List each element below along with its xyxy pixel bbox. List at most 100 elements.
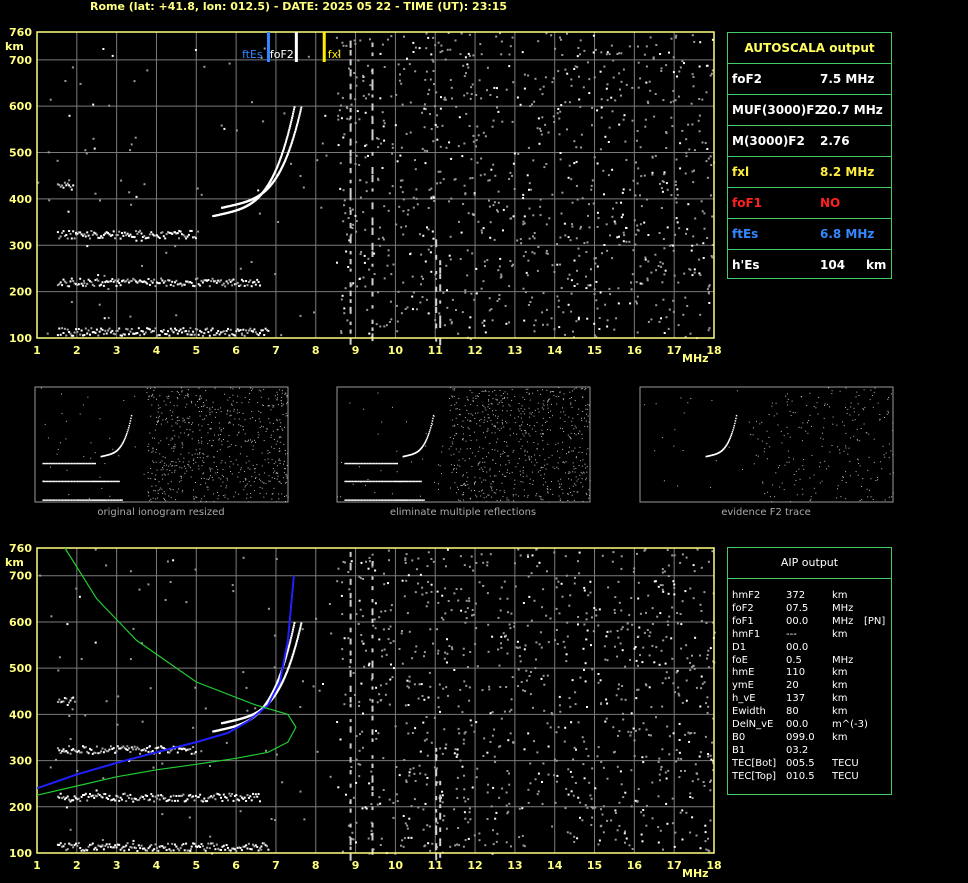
thumbnail-f2-trace [124, 436, 127, 438]
es-trace-point [161, 279, 164, 282]
noise-speck [591, 807, 594, 810]
noise-speck [576, 269, 578, 272]
es-trace-point [87, 845, 90, 848]
thumbnail-noise [203, 462, 205, 463]
thumbnail-noise [226, 477, 228, 479]
noise-speck [596, 162, 599, 165]
noise-speck [591, 106, 594, 109]
noise-speck [625, 837, 628, 840]
thumbnail-noise [163, 498, 165, 499]
noise-speck [355, 154, 358, 157]
es-trace-point [201, 281, 204, 284]
noise-speck [692, 564, 695, 567]
noise-speck [689, 796, 692, 798]
noise-speck [346, 319, 349, 322]
noise-speck [708, 284, 711, 287]
es-trace-point [207, 279, 210, 281]
es-trace-point [70, 844, 73, 847]
noise-speck [299, 706, 302, 708]
noise-speck [557, 726, 560, 729]
noise-speck [509, 732, 512, 735]
thumbnail-noise [187, 394, 189, 396]
noise-speck [527, 259, 530, 262]
noise-speck [637, 167, 640, 170]
thumbnail-noise [202, 473, 204, 475]
noise-speck [529, 693, 532, 696]
thumbnail-noise [245, 479, 247, 481]
thumbnail-noise [151, 472, 153, 474]
noise-speck [687, 731, 690, 734]
noise-speck [481, 689, 484, 692]
noise-speck [73, 700, 76, 703]
noise-speck [541, 116, 544, 119]
es-trace-point [185, 330, 188, 333]
es-trace-point [70, 237, 73, 240]
thumbnail-es-trace [93, 462, 95, 465]
noise-speck [552, 115, 555, 118]
noise-speck [670, 116, 673, 119]
noise-speck [425, 591, 428, 594]
noise-speck [656, 615, 659, 618]
thumbnail-noise [188, 465, 190, 467]
es-trace-point [164, 846, 167, 849]
noise-speck [704, 824, 707, 827]
noise-speck [635, 161, 637, 164]
noise-speck [341, 657, 344, 660]
noise-speck [691, 34, 694, 37]
noise-speck [175, 314, 178, 317]
interference-streak [371, 251, 374, 258]
noise-speck [553, 270, 556, 273]
es-trace-point [256, 845, 259, 848]
thumbnail-noise [231, 473, 233, 475]
es-trace-point [68, 701, 71, 704]
thumbnail-noise [213, 501, 215, 502]
interference-streak [371, 327, 374, 332]
y-tick-label: 600 [9, 616, 32, 629]
noise-speck [135, 195, 138, 198]
interference-streak [371, 576, 374, 580]
noise-speck [414, 727, 417, 730]
noise-speck [637, 664, 639, 667]
noise-speck [405, 579, 408, 582]
es-trace-point [100, 283, 103, 286]
noise-speck [451, 97, 453, 100]
noise-speck [379, 52, 382, 55]
thumbnail-noise [283, 472, 285, 474]
noise-speck [608, 53, 611, 56]
f2-trace-point [291, 117, 294, 119]
noise-speck [172, 559, 175, 562]
noise-speck [516, 239, 519, 242]
noise-speck [132, 839, 135, 842]
noise-speck [437, 601, 440, 604]
noise-speck [666, 188, 669, 191]
noise-speck [615, 201, 618, 204]
noise-speck [693, 169, 695, 172]
thumbnail-es-trace [60, 499, 62, 501]
noise-speck [565, 787, 568, 790]
thumbnail-noise [197, 406, 199, 408]
thumbnail-noise [229, 421, 230, 423]
noise-speck [450, 157, 453, 160]
noise-speck [552, 77, 555, 80]
noise-speck [426, 565, 429, 568]
noise-speck [427, 312, 430, 315]
thumbnail-noise [232, 424, 234, 426]
thumbnail-noise [259, 492, 261, 494]
thumbnail-noise [257, 431, 259, 433]
noise-speck [447, 694, 449, 697]
noise-speck [695, 834, 698, 837]
noise-speck [479, 174, 482, 177]
noise-speck [645, 611, 647, 614]
thumbnail-noise [252, 440, 254, 442]
es-trace-point [150, 231, 153, 234]
noise-speck [655, 269, 658, 272]
noise-speck [382, 757, 385, 760]
thumbnail-noise [155, 461, 157, 463]
es-trace-point [199, 846, 202, 848]
thumbnail-noise [180, 480, 182, 482]
noise-speck [659, 584, 662, 586]
noise-speck [665, 777, 668, 780]
noise-speck [541, 802, 544, 805]
noise-speck [418, 47, 421, 50]
thumbnail-noise [210, 421, 212, 423]
